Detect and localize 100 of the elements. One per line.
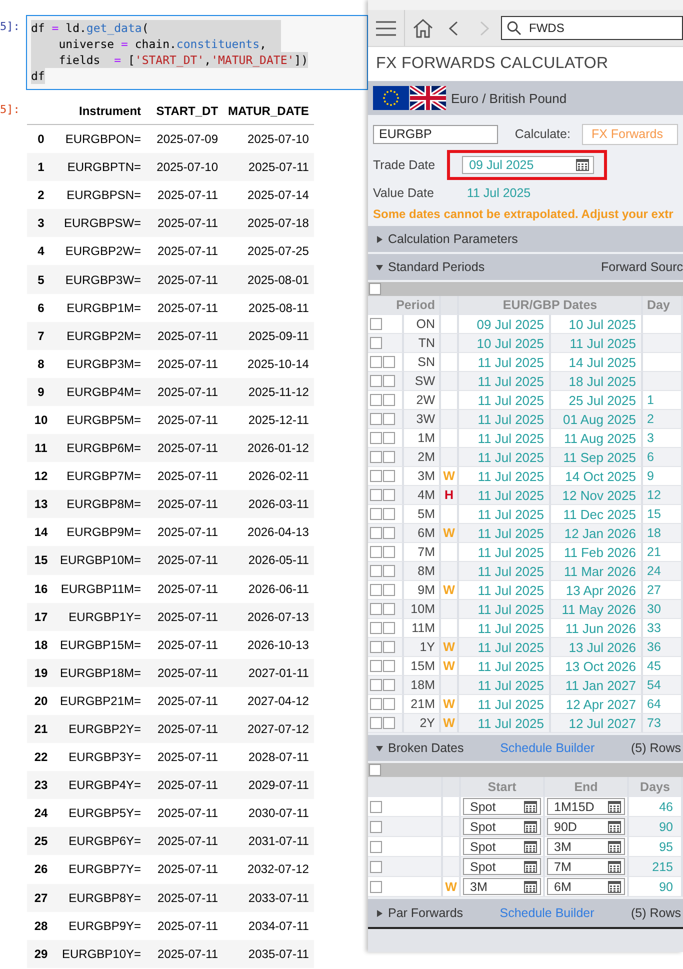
row-checkbox[interactable] — [370, 660, 382, 672]
calendar-icon[interactable] — [524, 800, 537, 812]
end-field[interactable]: 90D — [547, 818, 625, 835]
row-checkbox[interactable] — [383, 660, 395, 672]
table-cell: 2025-07-11 — [146, 265, 224, 294]
calendar-icon[interactable] — [524, 860, 537, 872]
start-field[interactable]: Spot — [463, 798, 541, 815]
section-header[interactable]: Broken Dates Schedule Builder (5) Rows — [368, 735, 683, 761]
calendar-icon[interactable] — [576, 159, 590, 171]
column-header: START_DT — [146, 98, 224, 124]
row-checkbox[interactable] — [383, 451, 395, 463]
row-checkbox[interactable] — [370, 318, 382, 330]
end-field[interactable]: 6M — [547, 878, 625, 895]
row-checkbox[interactable] — [383, 717, 395, 729]
row-checkbox[interactable] — [370, 451, 382, 463]
calendar-icon[interactable] — [608, 880, 621, 892]
row-checkbox[interactable] — [383, 394, 395, 406]
section-header[interactable]: Calculation Parameters — [368, 226, 683, 252]
row-checkbox[interactable] — [383, 584, 395, 596]
section-header[interactable]: Par Forwards Schedule Builder (5) Rows — [368, 899, 683, 927]
ric-input-field[interactable]: EURGBP — [373, 124, 498, 144]
row-checkbox[interactable] — [383, 641, 395, 653]
end-field[interactable]: 7M — [547, 858, 625, 875]
calendar-icon[interactable] — [608, 860, 621, 872]
row-checkbox[interactable] — [370, 622, 382, 634]
row-checkbox[interactable] — [370, 840, 382, 852]
select-all-checkbox[interactable] — [369, 283, 381, 295]
row-checkbox[interactable] — [370, 394, 382, 406]
row-checkbox[interactable] — [383, 622, 395, 634]
row-checkbox[interactable] — [370, 800, 382, 812]
row-checkbox[interactable] — [370, 527, 382, 539]
row-checkbox[interactable] — [383, 413, 395, 425]
row-checkbox[interactable] — [383, 432, 395, 444]
collapsed-triangle-icon[interactable] — [376, 910, 383, 916]
end-field[interactable]: 1M15D — [547, 798, 625, 815]
row-checkbox[interactable] — [370, 820, 382, 832]
row-checkbox[interactable] — [370, 375, 382, 387]
days-cell: 73 — [643, 714, 683, 733]
row-checkbox[interactable] — [383, 565, 395, 577]
row-checkbox[interactable] — [370, 489, 382, 501]
row-checkbox[interactable] — [383, 698, 395, 710]
row-checkbox[interactable] — [370, 413, 382, 425]
table-cell: 2025-07-25 — [223, 237, 314, 266]
start-field[interactable]: Spot — [463, 858, 541, 875]
search-field[interactable]: FWDS — [501, 16, 683, 40]
column-header: End — [545, 777, 629, 797]
flag-cell — [441, 334, 459, 353]
calendar-icon[interactable] — [524, 840, 537, 852]
home-icon[interactable] — [413, 18, 433, 38]
table-cell: EURGBP10Y= — [55, 940, 146, 968]
row-checkbox[interactable] — [370, 880, 382, 892]
days-cell: 6 — [643, 448, 683, 467]
collapsed-triangle-icon[interactable] — [376, 236, 383, 242]
row-checkbox[interactable] — [370, 860, 382, 872]
calendar-icon[interactable] — [608, 840, 621, 852]
row-checkbox[interactable] — [383, 679, 395, 691]
row-checkbox[interactable] — [370, 679, 382, 691]
menu-icon[interactable] — [376, 20, 396, 36]
row-checkbox[interactable] — [383, 508, 395, 520]
expanded-triangle-icon[interactable] — [376, 744, 383, 752]
calendar-icon[interactable] — [524, 820, 537, 832]
calendar-icon[interactable] — [608, 820, 621, 832]
start-field[interactable]: Spot — [463, 838, 541, 855]
row-checkbox[interactable] — [370, 356, 382, 368]
back-icon[interactable] — [449, 20, 458, 36]
row-checkbox[interactable] — [383, 489, 395, 501]
section-header[interactable]: Standard Periods Forward Sourc — [368, 254, 683, 280]
calendar-icon[interactable] — [608, 800, 621, 812]
code-cell[interactable]: df = ld.get_data( universe = chain.constituents, fields = ['START_DT','MATUR_DATE']) df — [26, 15, 368, 90]
select-all-checkbox[interactable] — [369, 764, 381, 776]
start-field[interactable]: Spot — [463, 818, 541, 835]
row-checkbox[interactable] — [383, 375, 395, 387]
end-field[interactable]: 3M — [547, 838, 625, 855]
days-cell: 64 — [643, 695, 683, 714]
days-cell — [643, 353, 683, 372]
calendar-icon[interactable] — [524, 880, 537, 892]
table-cell: 2025-07-09 — [146, 124, 224, 154]
output-prompt: 5]: — [0, 102, 21, 118]
row-checkbox[interactable] — [383, 527, 395, 539]
table-cell: 2025-08-11 — [223, 294, 314, 322]
row-checkbox[interactable] — [383, 356, 395, 368]
row-checkbox[interactable] — [370, 470, 382, 482]
start-field[interactable]: 3M — [463, 878, 541, 895]
row-checkbox[interactable] — [370, 698, 382, 710]
row-checkbox[interactable] — [370, 584, 382, 596]
row-index: 17 — [27, 602, 55, 631]
row-checkbox[interactable] — [370, 432, 382, 444]
days-cell: 95 — [629, 837, 683, 857]
row-checkbox[interactable] — [370, 546, 382, 558]
expanded-triangle-icon[interactable] — [376, 264, 383, 270]
flag-cell: W — [441, 657, 459, 676]
row-checkbox[interactable] — [370, 717, 382, 729]
row-checkbox[interactable] — [370, 603, 382, 615]
row-checkbox[interactable] — [370, 337, 382, 349]
row-checkbox[interactable] — [383, 603, 395, 615]
row-checkbox[interactable] — [370, 641, 382, 653]
row-checkbox[interactable] — [383, 546, 395, 558]
row-checkbox[interactable] — [383, 470, 395, 482]
row-checkbox[interactable] — [370, 565, 382, 577]
row-checkbox[interactable] — [370, 508, 382, 520]
